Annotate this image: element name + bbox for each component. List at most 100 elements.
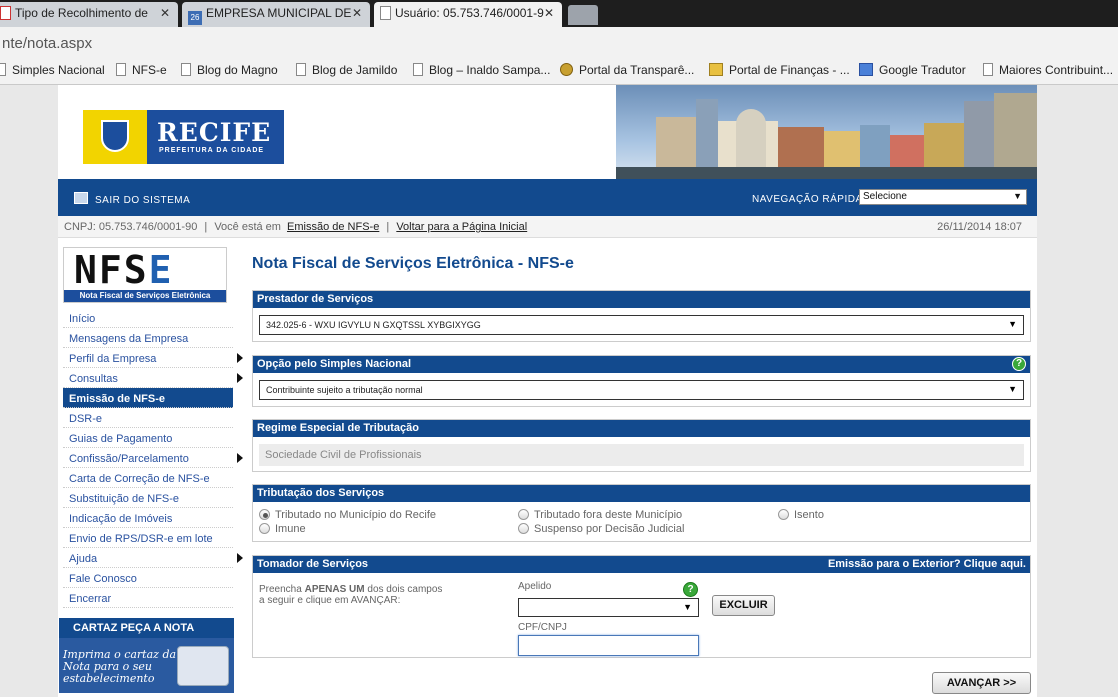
calendar-icon: 26 bbox=[188, 11, 202, 25]
dropdown-arrow-icon: ▼ bbox=[1013, 191, 1022, 201]
section-heading: Prestador de Serviços bbox=[253, 291, 1030, 308]
radio-isento[interactable]: Isento bbox=[778, 509, 824, 521]
section-simples-nacional: Opção pelo Simples Nacional ? Contribuin… bbox=[252, 355, 1031, 407]
page-icon bbox=[116, 63, 126, 76]
page-icon bbox=[413, 63, 423, 76]
back-home-link[interactable]: Voltar para a Página Inicial bbox=[396, 221, 527, 233]
sidebar-item-dsr[interactable]: DSR-e bbox=[63, 408, 233, 428]
cpf-cnpj-input[interactable] bbox=[518, 635, 699, 656]
radio-icon bbox=[259, 523, 270, 534]
logout-icon[interactable] bbox=[74, 192, 88, 204]
sidebar-item-envio-rps[interactable]: Envio de RPS/DSR-e em lote bbox=[63, 528, 233, 548]
sidebar-item-perfil[interactable]: Perfil da Empresa bbox=[63, 348, 243, 368]
cartaz-title: CARTAZ PEÇA A NOTA bbox=[59, 618, 234, 638]
city-skyline-banner bbox=[616, 85, 1037, 179]
page-icon bbox=[0, 63, 6, 76]
sidebar-item-emissao[interactable]: Emissão de NFS-e bbox=[63, 388, 233, 408]
radio-icon bbox=[518, 523, 529, 534]
sidebar-item-consultas[interactable]: Consultas bbox=[63, 368, 243, 388]
bookmark-blog-magno[interactable]: Blog do Magno bbox=[181, 63, 278, 77]
sidebar-item-inicio[interactable]: Início bbox=[63, 308, 233, 328]
dropdown-arrow-icon: ▼ bbox=[1008, 384, 1017, 394]
breadcrumb-current[interactable]: Emissão de NFS-e bbox=[287, 221, 379, 233]
sidebar-item-fale-conosco[interactable]: Fale Conosco bbox=[63, 568, 233, 588]
city-crest-icon bbox=[83, 110, 147, 164]
radio-selected-icon bbox=[259, 509, 270, 520]
top-navbar: SAIR DO SISTEMA NAVEGAÇÃO RÁPIDA Selecio… bbox=[58, 179, 1037, 216]
sidebar-item-substituicao[interactable]: Substituição de NFS-e bbox=[63, 488, 233, 508]
exterior-link[interactable]: Emissão para o Exterior? Clique aqui. bbox=[828, 558, 1026, 570]
url-text[interactable]: nte/nota.aspx bbox=[2, 35, 92, 52]
sidebar-item-encerrar[interactable]: Encerrar bbox=[63, 588, 233, 608]
sidebar-menu: Início Mensagens da Empresa Perfil da Em… bbox=[63, 308, 243, 608]
apelido-label: Apelido bbox=[518, 581, 552, 592]
sidebar-item-ajuda[interactable]: Ajuda bbox=[63, 548, 243, 568]
close-tab-icon[interactable]: ✕ bbox=[160, 6, 170, 20]
section-regime-especial: Regime Especial de Tributação Sociedade … bbox=[252, 419, 1031, 472]
regime-especial-field: Sociedade Civil de Profissionais bbox=[259, 444, 1024, 466]
bookmark-simples-nacional[interactable]: Simples Nacional bbox=[0, 63, 105, 77]
help-icon[interactable]: ? bbox=[683, 582, 698, 597]
bookmark-maiores-contribuintes[interactable]: Maiores Contribuint... bbox=[983, 63, 1113, 77]
site-header: RECIFE PREFEITURA DA CIDADE bbox=[58, 85, 1037, 179]
close-tab-icon[interactable]: ✕ bbox=[544, 6, 554, 20]
bookmark-portal-transparencia[interactable]: Portal da Transparê... bbox=[560, 63, 694, 77]
bookmark-google-tradutor[interactable]: Google Tradutor bbox=[859, 63, 966, 77]
cnpj-text: CNPJ: 05.753.746/0001-90 bbox=[64, 221, 198, 233]
bookmarks-bar: Simples Nacional NFS-e Blog do Magno Blo… bbox=[0, 59, 1118, 85]
bookmark-nfse[interactable]: NFS-e bbox=[116, 63, 167, 77]
submenu-arrow-icon bbox=[237, 453, 243, 463]
sidebar-item-carta-correcao[interactable]: Carta de Correção de NFS-e bbox=[63, 468, 233, 488]
submenu-arrow-icon bbox=[237, 373, 243, 383]
quick-nav-label: NAVEGAÇÃO RÁPIDA bbox=[752, 194, 863, 205]
quick-nav-select[interactable]: Selecione ▼ bbox=[859, 189, 1027, 205]
section-tomador: Tomador de Serviços Emissão para o Exter… bbox=[252, 555, 1031, 658]
section-heading: Tomador de Serviços bbox=[257, 558, 369, 570]
new-tab-button[interactable] bbox=[568, 5, 598, 25]
cpf-cnpj-label: CPF/CNPJ bbox=[518, 622, 567, 633]
simples-nacional-select[interactable]: Contribuinte sujeito a tributação normal… bbox=[259, 380, 1024, 400]
logout-link[interactable]: SAIR DO SISTEMA bbox=[95, 195, 190, 206]
sidebar-item-confissao[interactable]: Confissão/Parcelamento bbox=[63, 448, 243, 468]
page-title: Nota Fiscal de Serviços Eletrônica - NFS… bbox=[252, 255, 574, 272]
translate-icon bbox=[859, 63, 873, 76]
close-tab-icon[interactable]: ✕ bbox=[352, 6, 362, 20]
page-icon bbox=[983, 63, 993, 76]
sidebar-item-guias[interactable]: Guias de Pagamento bbox=[63, 428, 233, 448]
datetime: 26/11/2014 18:07 bbox=[937, 221, 1022, 233]
nfse-logo-caption: Nota Fiscal de Serviços Eletrônica bbox=[64, 290, 226, 302]
image-icon bbox=[709, 63, 723, 76]
radio-suspenso[interactable]: Suspenso por Decisão Judicial bbox=[518, 523, 684, 535]
excluir-button[interactable]: EXCLUIR bbox=[712, 595, 775, 616]
info-bar: CNPJ: 05.753.746/0001-90 | Você está em … bbox=[58, 216, 1037, 238]
bookmark-portal-financas[interactable]: Portal de Finanças - ... bbox=[709, 63, 850, 77]
bookmark-blog-inaldo[interactable]: Blog – Inaldo Sampa... bbox=[413, 63, 550, 77]
bookmark-blog-jamildo[interactable]: Blog de Jamildo bbox=[296, 63, 397, 77]
printer-icon bbox=[177, 646, 229, 686]
prestador-select[interactable]: 342.025-6 - WXU IGVYLU N GXQTSSL XYBGIXY… bbox=[259, 315, 1024, 335]
radio-tributado-fora[interactable]: Tributado fora deste Município bbox=[518, 509, 682, 521]
page-icon bbox=[0, 6, 11, 20]
recife-logo[interactable]: RECIFE PREFEITURA DA CIDADE bbox=[83, 110, 284, 164]
logo-title: RECIFE bbox=[157, 118, 272, 147]
radio-tributado-recife[interactable]: Tributado no Município do Recife bbox=[259, 509, 436, 521]
address-bar[interactable]: nte/nota.aspx bbox=[0, 27, 1118, 59]
submenu-arrow-icon bbox=[237, 353, 243, 363]
help-icon[interactable]: ? bbox=[1012, 357, 1026, 371]
submenu-arrow-icon bbox=[237, 553, 243, 563]
cartaz-banner[interactable]: CARTAZ PEÇA A NOTA Imprima o cartaz da N… bbox=[59, 618, 234, 693]
radio-imune[interactable]: Imune bbox=[259, 523, 306, 535]
browser-tab-recolhimento[interactable]: Tipo de Recolhimento de ✕ bbox=[0, 2, 178, 27]
sidebar-item-imoveis[interactable]: Indicação de Imóveis bbox=[63, 508, 233, 528]
globe-icon bbox=[560, 63, 573, 76]
tomador-instructions: Preencha APENAS UM dos dois campos a seg… bbox=[259, 584, 443, 606]
cartaz-text: Imprima o cartaz da Nota para o seu esta… bbox=[63, 648, 177, 685]
sidebar-item-mensagens[interactable]: Mensagens da Empresa bbox=[63, 328, 233, 348]
apelido-select[interactable]: ▼ bbox=[518, 598, 699, 617]
browser-tab-empresa[interactable]: 26 EMPRESA MUNICIPAL DE ✕ bbox=[182, 2, 370, 27]
main-content: Nota Fiscal de Serviços Eletrônica - NFS… bbox=[252, 238, 1031, 697]
avancar-button[interactable]: AVANÇAR >> bbox=[932, 672, 1031, 694]
browser-tab-usuario[interactable]: Usuário: 05.753.746/0001-9 ✕ bbox=[374, 2, 562, 27]
page-icon bbox=[181, 63, 191, 76]
section-tributacao: Tributação dos Serviços Tributado no Mun… bbox=[252, 484, 1031, 542]
